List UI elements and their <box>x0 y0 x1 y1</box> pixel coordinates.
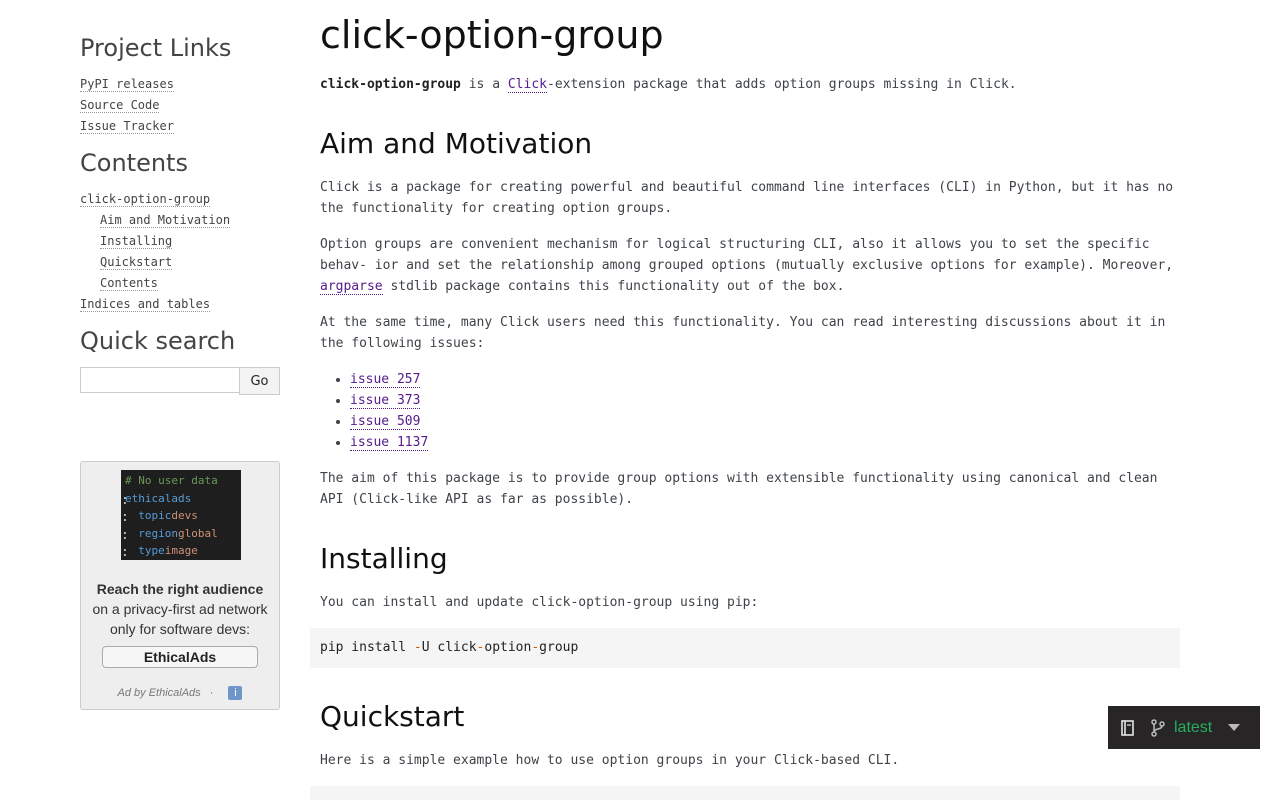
aim-p2-text: Option groups are convenient mechanism f… <box>320 237 1174 273</box>
ad-code-line: # No user data <box>125 474 218 487</box>
click-link[interactable]: Click <box>507 77 547 93</box>
book-icon <box>1121 719 1134 736</box>
toc-item-quickstart[interactable]: Quickstart <box>100 255 173 270</box>
ad-headline[interactable]: Reach the right audience <box>81 579 279 599</box>
ad-image[interactable]: # No user data ethicalads: topic: devs r… <box>121 470 241 560</box>
project-links-heading: Project Links <box>80 34 232 62</box>
toc-item-click-option-group[interactable]: click-option-group <box>80 192 211 207</box>
issue-tracker-link[interactable]: Issue Tracker <box>80 119 174 134</box>
info-icon[interactable]: i <box>228 686 243 700</box>
issue-257-link[interactable]: issue 257 <box>350 372 421 388</box>
version-selector[interactable]: latest <box>1108 706 1260 749</box>
quickstart-code-block <box>310 786 1180 800</box>
code-token: - <box>413 640 422 655</box>
heading-quickstart: Quickstart <box>320 700 465 733</box>
version-label[interactable]: latest <box>1174 719 1212 737</box>
list-item: issue 257 <box>350 369 428 390</box>
install-paragraph: You can install and update click-option-… <box>320 595 759 610</box>
intro-bold: click-option-group <box>320 77 461 92</box>
page-title: click-option-group <box>320 13 664 57</box>
ad-footer: Ad by EthicalAds · i <box>81 686 279 700</box>
aim-paragraph-4: The aim of this package is to provide gr… <box>320 471 1158 507</box>
aim-paragraph-3: At the same time, many Click users need … <box>320 315 1166 351</box>
sidebar: Project Links PyPI releases Source Code … <box>80 24 280 395</box>
search-input[interactable] <box>80 367 239 393</box>
code-token: group <box>539 640 579 655</box>
toc-item-installing[interactable]: Installing <box>100 234 173 249</box>
toc-item-aim-and-motivation[interactable]: Aim and Motivation <box>100 213 231 228</box>
quickstart-paragraph: Here is a simple example how to use opti… <box>320 753 900 768</box>
ad-text[interactable]: Reach the right audience on a privacy-fi… <box>81 579 279 639</box>
heading-installing: Installing <box>320 542 448 575</box>
toc-item-indices-and-tables[interactable]: Indices and tables <box>80 297 211 312</box>
heading-aim-and-motivation: Aim and Motivation <box>320 127 593 160</box>
search-go-button[interactable]: Go <box>239 367 280 395</box>
code-token: U click <box>421 640 477 655</box>
code-token: pip install <box>320 640 414 655</box>
intro-paragraph: click-option-group is a Click-extension … <box>320 74 1175 95</box>
aim-paragraph-2: Option groups are convenient mechanism f… <box>320 234 1175 297</box>
aim-paragraph-1: Click is a package for creating powerful… <box>320 180 1174 216</box>
quick-search-heading: Quick search <box>80 327 236 355</box>
install-code-block: pip install -U click-option-group <box>310 628 1180 668</box>
caret-down-icon[interactable] <box>1228 724 1241 731</box>
project-links-list: PyPI releases Source Code Issue Tracker <box>80 74 280 137</box>
ad-by-ethicalads-link[interactable]: Ad by EthicalAds <box>118 687 201 699</box>
git-branch-icon <box>1151 718 1165 737</box>
issue-373-link[interactable]: issue 373 <box>350 393 421 409</box>
ethicalads-ad[interactable]: # No user data ethicalads: topic: devs r… <box>80 461 280 710</box>
issue-509-link[interactable]: issue 509 <box>350 414 421 430</box>
contents-heading: Contents <box>80 149 188 177</box>
toc-item-contents[interactable]: Contents <box>100 276 158 291</box>
list-item: issue 373 <box>350 390 428 411</box>
source-code-link[interactable]: Source Code <box>80 98 160 113</box>
search-form: Go <box>80 367 280 395</box>
pypi-releases-link[interactable]: PyPI releases <box>80 77 174 92</box>
ad-footer-separator: · <box>209 687 214 699</box>
aim-p2-text: stdlib package contains this functionali… <box>382 279 845 294</box>
ad-body[interactable]: on a privacy-first ad network only for s… <box>92 601 267 637</box>
list-item: issue 509 <box>350 411 428 432</box>
toc-list: click-option-group Aim and Motivation In… <box>80 189 280 315</box>
list-item: issue 1137 <box>350 432 429 453</box>
code-token: option <box>484 640 532 655</box>
issue-1137-link[interactable]: issue 1137 <box>350 435 429 451</box>
issues-list: issue 257 issue 373 issue 509 issue 1137 <box>320 369 429 453</box>
intro-text: -extension package that adds option grou… <box>547 77 1017 92</box>
main-content: click-option-group click-option-group is… <box>310 0 1190 800</box>
code-token: - <box>531 640 540 655</box>
intro-text: is a <box>460 77 508 92</box>
argparse-link[interactable]: argparse <box>320 279 383 295</box>
ad-cta-button[interactable]: EthicalAds <box>102 646 258 668</box>
